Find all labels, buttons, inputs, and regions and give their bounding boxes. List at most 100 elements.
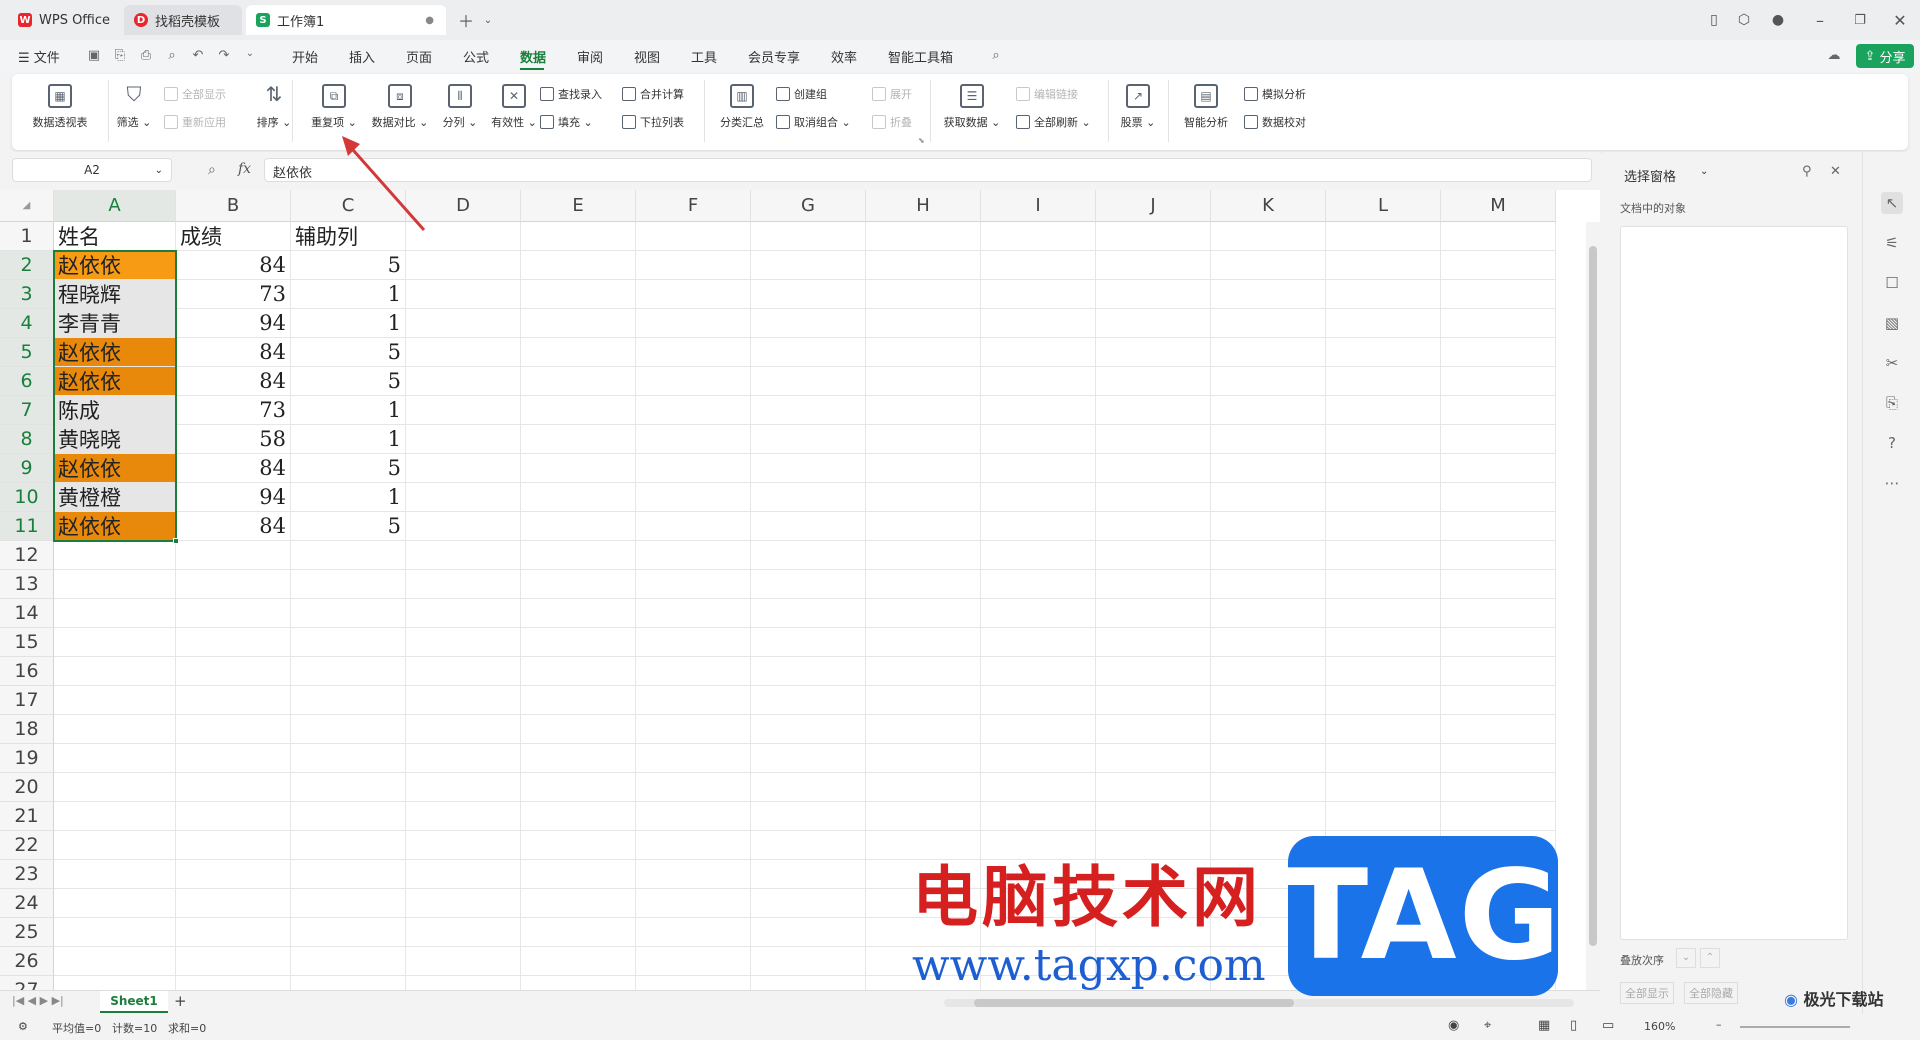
menu-efficiency[interactable]: 效率 xyxy=(831,47,857,66)
cell-c10[interactable]: 1 xyxy=(291,483,406,512)
reapply-button[interactable]: 重新应用 xyxy=(164,114,226,130)
menu-page[interactable]: 页面 xyxy=(406,47,432,66)
minimize-icon[interactable]: – xyxy=(1808,8,1832,32)
hide-all-objects-button[interactable]: 全部隐藏 xyxy=(1684,982,1738,1004)
help-icon[interactable]: ? xyxy=(1881,432,1903,454)
refresh-all-button[interactable]: 全部刷新 ⌄ xyxy=(1016,114,1091,130)
row-header-7[interactable]: 7 xyxy=(0,396,54,425)
row-header-3[interactable]: 3 xyxy=(0,280,54,309)
zoom-slider[interactable] xyxy=(1740,1026,1850,1028)
avatar[interactable]: ● xyxy=(1766,8,1790,32)
fill-button[interactable]: 填充 ⌄ xyxy=(540,114,593,130)
cell-a2[interactable]: 赵依依 xyxy=(54,251,176,280)
row-header-14[interactable]: 14 xyxy=(0,599,54,628)
book-icon[interactable]: ⎘ xyxy=(1881,392,1903,414)
fold-button[interactable]: 折叠 xyxy=(872,114,912,130)
horizontal-scrollbar[interactable] xyxy=(944,999,1574,1007)
cube-icon[interactable]: ⬡ xyxy=(1732,8,1756,32)
row-header-12[interactable]: 12 xyxy=(0,541,54,570)
move-up-icon[interactable]: ⌃ xyxy=(1700,948,1720,968)
adjust-icon[interactable]: ⚟ xyxy=(1881,232,1903,254)
cell-a6[interactable]: 赵依依 xyxy=(54,367,176,396)
cell-a7[interactable]: 陈成 xyxy=(54,396,176,425)
normal-view-icon[interactable]: ▦ xyxy=(1538,1018,1550,1033)
row-header-1[interactable]: 1 xyxy=(0,222,54,251)
get-data-button[interactable]: ☰ 获取数据 ⌄ xyxy=(936,84,1008,130)
zoom-level[interactable]: 160% xyxy=(1644,1020,1675,1033)
vertical-scrollbar[interactable] xyxy=(1586,222,1600,990)
duplicates-button[interactable]: ⧉ 重复项 ⌄ xyxy=(298,84,370,130)
row-header-4[interactable]: 4 xyxy=(0,309,54,338)
cell-a10[interactable]: 黄橙橙 xyxy=(54,483,176,512)
dropdown-list-button[interactable]: 下拉列表 xyxy=(622,114,684,130)
cell-a11[interactable]: 赵依依 xyxy=(54,512,176,541)
undo-icon[interactable]: ↶ xyxy=(190,48,206,64)
vertical-scroll-thumb[interactable] xyxy=(1589,246,1597,946)
ungroup-button[interactable]: 取消组合 ⌄ xyxy=(776,114,851,130)
show-all-objects-button[interactable]: 全部显示 xyxy=(1620,982,1674,1004)
cell-a1[interactable]: 姓名 xyxy=(54,222,176,251)
fill-handle[interactable] xyxy=(173,538,179,544)
cell-b10[interactable]: 94 xyxy=(176,483,291,512)
edit-links-button[interactable]: 编辑链接 xyxy=(1016,86,1078,102)
move-down-icon[interactable]: ⌄ xyxy=(1676,948,1696,968)
cell-b7[interactable]: 73 xyxy=(176,396,291,425)
menu-member[interactable]: 会员专享 xyxy=(748,47,800,66)
merge-calc-button[interactable]: 合并计算 xyxy=(622,86,684,102)
column-header-b[interactable]: B xyxy=(176,190,291,222)
locate-icon[interactable]: ⌖ xyxy=(1484,1018,1491,1033)
formula-input[interactable]: 赵依依 xyxy=(264,158,1592,182)
more-icon[interactable]: ⋯ xyxy=(1881,472,1903,494)
menu-smart-toolbox[interactable]: 智能工具箱 xyxy=(888,47,953,66)
column-header-f[interactable]: F xyxy=(636,190,751,222)
menu-tools[interactable]: 工具 xyxy=(691,47,717,66)
print-icon[interactable]: ⎙ xyxy=(138,48,154,64)
cell-c5[interactable]: 5 xyxy=(291,338,406,367)
cell-a9[interactable]: 赵依依 xyxy=(54,454,176,483)
expand-button[interactable]: 展开 xyxy=(872,86,912,102)
pin-icon[interactable]: ⚲ xyxy=(1802,164,1812,179)
print-preview-icon[interactable]: ⌕ xyxy=(164,48,180,64)
column-header-a[interactable]: A xyxy=(54,190,176,222)
row-header-16[interactable]: 16 xyxy=(0,657,54,686)
page-layout-icon[interactable]: ▯ xyxy=(1570,1018,1577,1033)
cell-a4[interactable]: 李青青 xyxy=(54,309,176,338)
tab-workbook[interactable]: S 工作簿1 ● xyxy=(246,5,446,35)
quick-access-chevron-icon[interactable]: ⌄ xyxy=(242,48,258,64)
row-header-9[interactable]: 9 xyxy=(0,454,54,483)
layout-icon[interactable]: ▯ xyxy=(1702,8,1726,32)
horizontal-scroll-thumb[interactable] xyxy=(974,999,1294,1007)
menu-review[interactable]: 审阅 xyxy=(577,47,603,66)
cell-c11[interactable]: 5 xyxy=(291,512,406,541)
menu-insert[interactable]: 插入 xyxy=(349,47,375,66)
cell-b6[interactable]: 84 xyxy=(176,367,291,396)
column-header-i[interactable]: I xyxy=(981,190,1096,222)
zoom-out-icon[interactable]: – xyxy=(1716,1018,1722,1031)
zoom-formula-icon[interactable]: ⌕ xyxy=(208,162,216,178)
close-icon[interactable]: ✕ xyxy=(1888,8,1912,32)
column-header-e[interactable]: E xyxy=(521,190,636,222)
menu-view[interactable]: 视图 xyxy=(634,47,660,66)
row-header-6[interactable]: 6 xyxy=(0,367,54,396)
cell-b9[interactable]: 84 xyxy=(176,454,291,483)
cell-c3[interactable]: 1 xyxy=(291,280,406,309)
sheet-nav-icons[interactable]: |◀ ◀ ▶ ▶| xyxy=(12,994,64,1007)
column-header-j[interactable]: J xyxy=(1096,190,1211,222)
row-header-22[interactable]: 22 xyxy=(0,831,54,860)
cell-c7[interactable]: 1 xyxy=(291,396,406,425)
restore-icon[interactable]: ❐ xyxy=(1848,8,1872,32)
column-header-l[interactable]: L xyxy=(1326,190,1441,222)
stocks-button[interactable]: ↗ 股票 ⌄ xyxy=(1102,84,1174,130)
comment-icon[interactable]: ☐ xyxy=(1881,272,1903,294)
cell-c8[interactable]: 1 xyxy=(291,425,406,454)
lookup-entry-button[interactable]: 查找录入 xyxy=(540,86,602,102)
dialog-launcher-icon[interactable]: ⬊ xyxy=(918,136,925,145)
tab-list-chevron-icon[interactable]: ⌄ xyxy=(476,8,500,32)
cell-c6[interactable]: 5 xyxy=(291,367,406,396)
cell-b2[interactable]: 84 xyxy=(176,251,291,280)
row-header-25[interactable]: 25 xyxy=(0,918,54,947)
cell-b3[interactable]: 73 xyxy=(176,280,291,309)
row-header-19[interactable]: 19 xyxy=(0,744,54,773)
subtotal-button[interactable]: ▥ 分类汇总 xyxy=(706,84,778,130)
objects-list[interactable] xyxy=(1620,226,1848,940)
